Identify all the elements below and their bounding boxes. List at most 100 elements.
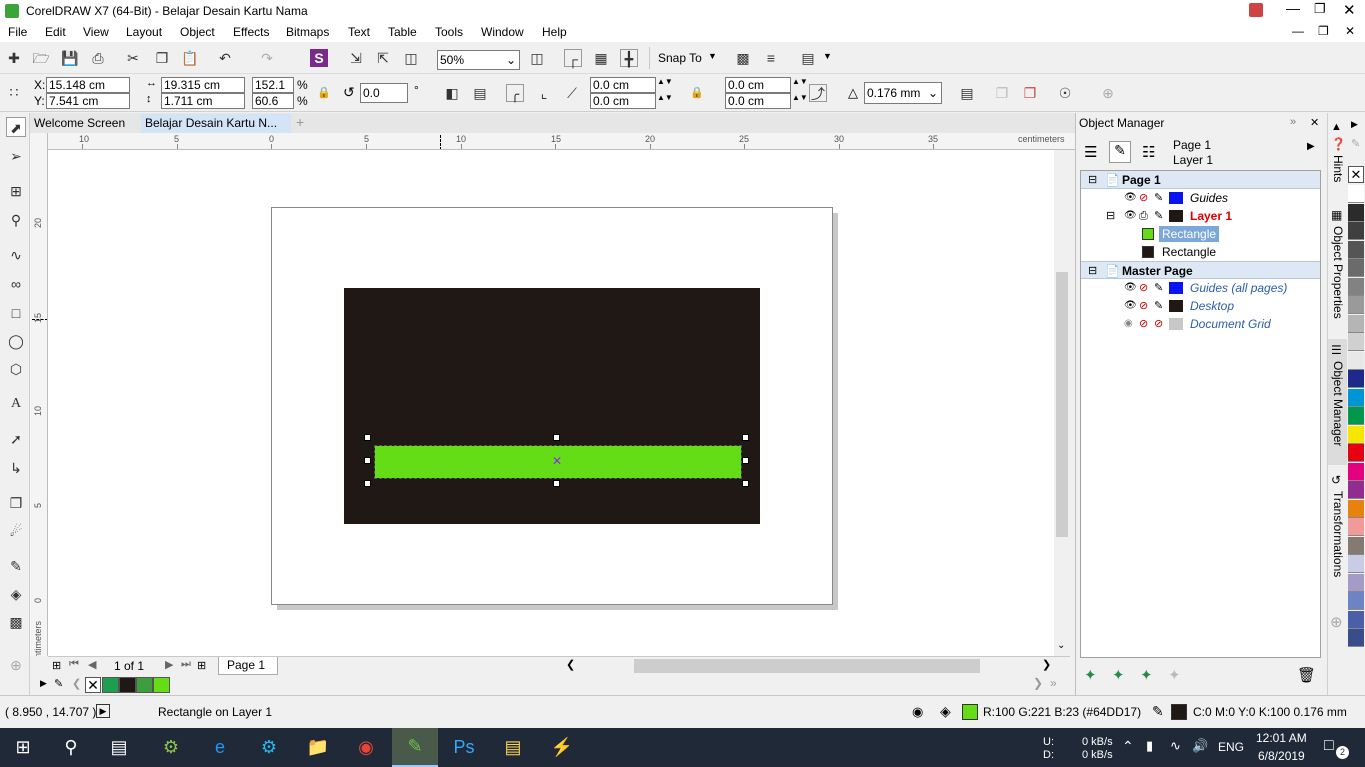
zoom-tool-icon[interactable]: ⚲ xyxy=(6,210,26,230)
rectangle-tool-icon[interactable]: □ xyxy=(6,303,26,323)
status-menu-icon[interactable]: ▶ xyxy=(96,704,110,718)
new-master-layer-even-icon[interactable]: ✦ xyxy=(1140,666,1153,684)
no-fill-swatch[interactable]: ✕ xyxy=(1348,166,1364,183)
options-icon[interactable]: ≡ xyxy=(762,49,780,67)
docker-expand-icon[interactable]: ▲ xyxy=(1331,121,1342,133)
tools-app-icon[interactable]: ⚡ xyxy=(539,728,585,767)
ellipse-tool-icon[interactable]: ◯ xyxy=(6,331,26,351)
selection-handle[interactable] xyxy=(553,480,560,487)
palette-scroll-right-icon[interactable]: ❯ xyxy=(1033,676,1043,690)
scroll-left-icon[interactable]: ❮ xyxy=(566,658,575,671)
palette-swatch[interactable] xyxy=(1348,407,1364,425)
crop-tool-icon[interactable]: ⊞ xyxy=(6,181,26,201)
pencil-icon[interactable]: ✎ xyxy=(1154,279,1163,297)
tab-hints[interactable]: Hints xyxy=(1331,155,1345,182)
selection-handle[interactable] xyxy=(364,434,371,441)
menu-text[interactable]: Text xyxy=(348,25,370,39)
menu-table[interactable]: Table xyxy=(388,25,417,39)
outline-color-swatch[interactable] xyxy=(1171,704,1187,720)
new-layer-icon[interactable]: ✦ xyxy=(1084,666,1097,684)
zoom-select[interactable]: 50% ⌄ xyxy=(437,50,520,70)
close-button[interactable]: ✕ xyxy=(1343,1,1356,19)
application-launcher-icon[interactable]: ▤ xyxy=(799,49,817,67)
palette-swatch[interactable] xyxy=(1348,388,1364,407)
palette-swatch[interactable] xyxy=(1348,185,1364,203)
palette-swatch[interactable] xyxy=(1348,518,1364,536)
save-icon[interactable]: 💾 xyxy=(61,49,79,67)
show-properties-icon[interactable]: ☰ xyxy=(1084,143,1097,161)
tree-page-row[interactable]: ⊟ 📄 Page 1 xyxy=(1081,171,1320,189)
open-icon[interactable]: 🗁 xyxy=(32,49,50,67)
menu-window[interactable]: Window xyxy=(481,25,524,39)
palette-swatch[interactable] xyxy=(1348,222,1364,240)
eye-icon[interactable]: 👁 xyxy=(1124,207,1137,225)
task-view-icon[interactable]: ▤ xyxy=(96,728,142,767)
menu-object[interactable]: Object xyxy=(180,25,215,39)
menu-edit[interactable]: Edit xyxy=(45,25,66,39)
doc-close-button[interactable]: ✕ xyxy=(1345,24,1355,38)
welcome-screen-icon[interactable]: ▩ xyxy=(734,49,752,67)
eye-hidden-icon[interactable]: ◉ xyxy=(1124,315,1133,333)
user-icon[interactable] xyxy=(1249,3,1263,17)
layer-color-swatch[interactable] xyxy=(1169,300,1183,312)
scroll-down-icon[interactable]: ⌄ xyxy=(1057,640,1065,651)
android-studio-icon[interactable]: ⚙ xyxy=(148,728,194,767)
edit-across-layers-icon[interactable]: ✎ xyxy=(1109,141,1131,163)
palette-eyedropper-icon[interactable]: ✎ xyxy=(1351,137,1360,150)
tree-layer-row[interactable]: ⊟ 👁 ⎙ ✎ Layer 1 xyxy=(1081,207,1320,225)
tab-welcome-screen[interactable]: Welcome Screen xyxy=(30,114,140,133)
previous-page-icon[interactable]: ◀ xyxy=(88,658,96,671)
palette-swatch[interactable] xyxy=(1348,629,1364,647)
search-icon[interactable]: ⚲ xyxy=(48,728,94,767)
chevron-up-icon[interactable]: ⌃ xyxy=(1122,738,1134,755)
selection-handle[interactable] xyxy=(364,457,371,464)
palette-swatch[interactable] xyxy=(1348,259,1364,277)
eye-icon[interactable]: 👁 xyxy=(1124,189,1137,207)
eye-icon[interactable]: 👁 xyxy=(1124,297,1137,315)
to-back-icon[interactable]: ❐ xyxy=(1021,84,1039,102)
relative-corner-scaling-icon[interactable]: ⤴ xyxy=(809,84,827,102)
show-grid-icon[interactable]: ▦ xyxy=(592,49,610,67)
page-tab[interactable]: Page 1 xyxy=(218,657,278,675)
rotation-angle-input[interactable]: 0.0 xyxy=(360,83,408,103)
print-disabled-icon[interactable]: ⊘ xyxy=(1139,297,1148,315)
corner-radius-top-left[interactable]: 0.0 cm xyxy=(590,77,656,93)
drawing-canvas[interactable]: ✕ xyxy=(48,150,1054,656)
store-icon[interactable]: ⚙ xyxy=(246,728,292,767)
selection-handle[interactable] xyxy=(364,480,371,487)
palette-swatch[interactable] xyxy=(119,677,136,693)
panel-close-icon[interactable]: ✕ xyxy=(1310,116,1319,129)
coreldraw-taskbar-icon[interactable]: ✎ xyxy=(392,728,438,767)
print-icon[interactable]: ⎙ xyxy=(89,49,107,67)
clock-date[interactable]: 6/8/2019 xyxy=(1258,749,1305,763)
connector-tool-icon[interactable]: ↳ xyxy=(6,458,26,478)
palette-swatch[interactable] xyxy=(1348,444,1364,462)
tab-object-properties[interactable]: Object Properties xyxy=(1331,226,1345,319)
restore-button[interactable]: ❐ xyxy=(1314,1,1326,17)
palette-swatch[interactable] xyxy=(1348,314,1364,333)
spinner-icon[interactable]: ▲▼ xyxy=(657,77,673,86)
menu-help[interactable]: Help xyxy=(542,25,567,39)
palette-swatch[interactable] xyxy=(1348,536,1364,555)
show-rulers-icon[interactable]: ┌ xyxy=(564,49,582,67)
add-tool-icon[interactable]: ⊕ xyxy=(6,655,26,675)
palette-swatch[interactable] xyxy=(1348,370,1364,388)
doc-minimize-button[interactable]: — xyxy=(1292,24,1304,38)
edge-icon[interactable]: e xyxy=(197,728,243,767)
drop-shadow-tool-icon[interactable]: ❐ xyxy=(6,493,26,513)
palette-swatch[interactable] xyxy=(1348,610,1364,629)
convert-to-curves-icon[interactable]: ☉ xyxy=(1056,84,1074,102)
clock-time[interactable]: 12:01 AM xyxy=(1256,731,1307,745)
palette-swatch[interactable] xyxy=(1348,203,1364,222)
horizontal-scroll-thumb[interactable] xyxy=(634,659,980,673)
layer-color-swatch[interactable] xyxy=(1169,192,1183,204)
menu-tools[interactable]: Tools xyxy=(435,25,463,39)
outline-width-select[interactable]: 0.176 mm ⌄ xyxy=(864,82,942,104)
y-position-input[interactable]: 7.541 cm xyxy=(46,93,130,109)
menu-effects[interactable]: Effects xyxy=(233,25,269,39)
full-screen-icon[interactable]: ◫ xyxy=(528,49,546,67)
om-menu-icon[interactable]: ▶ xyxy=(1307,141,1315,152)
artistic-media-tool-icon[interactable]: ∞ xyxy=(6,274,26,294)
copy-icon[interactable]: ❐ xyxy=(153,49,171,67)
width-input[interactable]: 19.315 cm xyxy=(161,77,245,93)
